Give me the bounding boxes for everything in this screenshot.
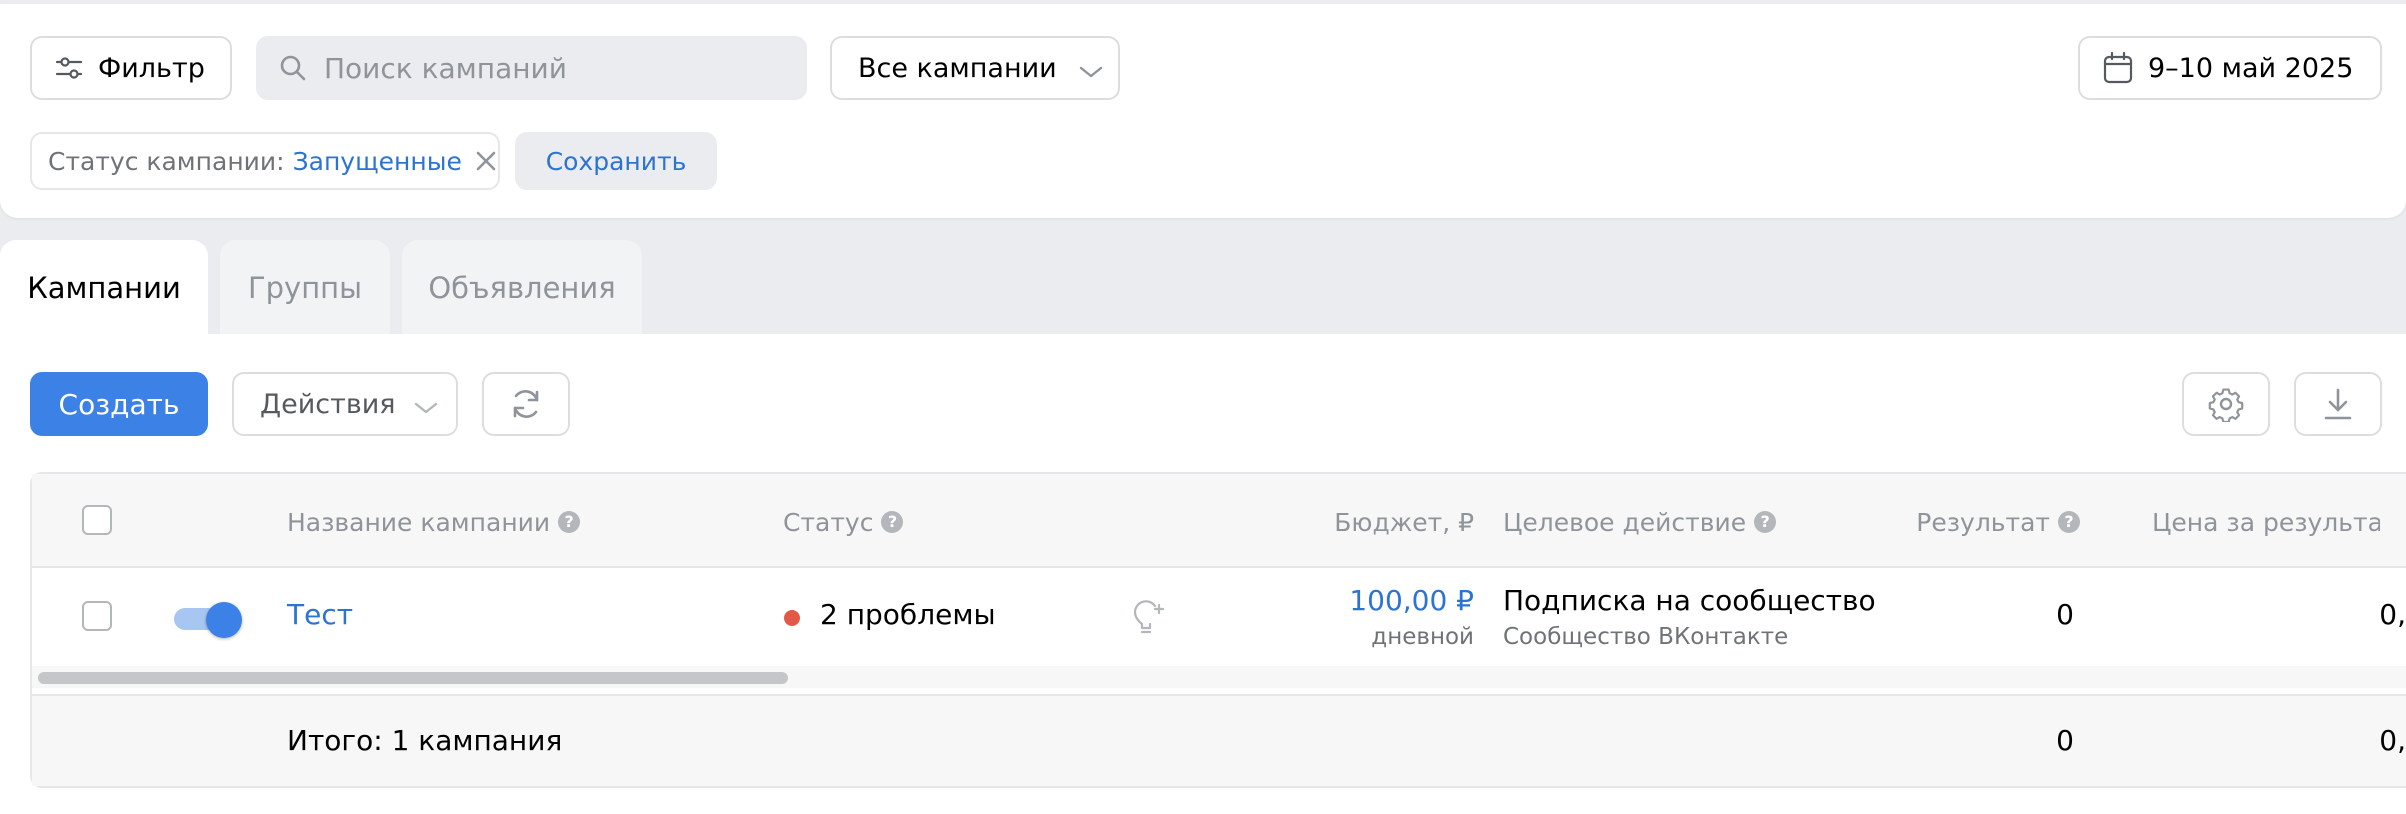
actions-dropdown[interactable]: Действия [232, 372, 458, 436]
chevron-down-icon [412, 394, 440, 414]
date-range-button[interactable]: 9–10 май 2025 [2078, 36, 2382, 100]
filter-chip-value[interactable]: Запущенные [293, 147, 462, 176]
campaign-select-value: Все кампании [858, 52, 1057, 84]
settings-button[interactable] [2182, 372, 2270, 436]
select-all-checkbox[interactable] [82, 505, 112, 535]
column-price-label: Цена за результат [2152, 507, 2380, 537]
scrollbar-thumb[interactable] [38, 672, 788, 684]
refresh-button[interactable] [482, 372, 570, 436]
search-icon [278, 53, 308, 83]
download-button[interactable] [2294, 372, 2382, 436]
search-input[interactable]: Поиск кампаний [256, 36, 807, 100]
horizontal-scrollbar[interactable] [32, 666, 2406, 688]
column-header-name[interactable]: Название кампании? [287, 504, 581, 540]
chevron-down-icon [1077, 58, 1105, 78]
column-target-label: Целевое действие [1503, 507, 1747, 537]
target-action-sub: Сообщество ВКонтакте [1503, 624, 1789, 650]
column-result-label: Результат [1916, 507, 2050, 537]
help-icon[interactable]: ? [558, 511, 581, 533]
row-checkbox[interactable] [82, 601, 112, 631]
download-icon [2320, 386, 2356, 422]
close-icon[interactable] [474, 149, 498, 173]
filter-button-label: Фильтр [98, 52, 205, 84]
column-name-label: Название кампании [287, 507, 551, 537]
campaign-status[interactable]: 2 проблемы [820, 598, 996, 631]
filter-chip-label: Статус кампании: [48, 146, 285, 176]
target-action: Подписка на сообщество [1503, 584, 1876, 617]
help-icon[interactable]: ? [2058, 511, 2080, 533]
toggle-knob [206, 602, 242, 638]
budget-period: дневной [1371, 624, 1474, 650]
gear-icon [2208, 386, 2244, 424]
column-header-result[interactable]: Результат? [1900, 504, 2080, 540]
column-header-budget[interactable]: Бюджет, ₽ [1280, 504, 1474, 540]
total-label: Итого: 1 кампания [287, 724, 563, 757]
column-header-price[interactable]: Цена за результат [2152, 504, 2380, 540]
total-result: 0 [2056, 724, 2074, 757]
total-price: 0, [2379, 724, 2406, 757]
filter-button[interactable]: Фильтр [30, 36, 232, 100]
tab-ads[interactable]: Объявления [402, 240, 642, 336]
refresh-icon [508, 386, 544, 422]
active-filter-chip: Статус кампании: Запущенные [30, 132, 500, 190]
sliders-icon [54, 53, 84, 83]
help-icon[interactable]: ? [1754, 511, 1777, 533]
help-icon[interactable]: ? [881, 511, 904, 533]
column-header-status[interactable]: Статус? [783, 504, 904, 540]
budget-value[interactable]: 100,00 ₽ [1280, 584, 1474, 617]
create-button[interactable]: Создать [30, 372, 208, 436]
search-placeholder: Поиск кампаний [324, 51, 567, 85]
column-header-target[interactable]: Целевое действие? [1503, 504, 1777, 540]
tab-groups[interactable]: Группы [220, 240, 390, 336]
actions-dropdown-label: Действия [260, 388, 396, 420]
date-range-label: 9–10 май 2025 [2148, 52, 2354, 84]
save-filter-button[interactable]: Сохранить [515, 132, 717, 190]
lightbulb-icon[interactable] [1130, 596, 1166, 636]
price-value: 0, [2379, 598, 2406, 631]
campaign-select[interactable]: Все кампании [830, 36, 1120, 100]
calendar-icon [2102, 51, 2134, 85]
campaign-name-link[interactable]: Тест [287, 598, 353, 631]
tab-campaigns[interactable]: Кампании [0, 240, 208, 336]
campaign-toggle[interactable] [172, 602, 244, 638]
column-budget-label: Бюджет, ₽ [1334, 507, 1474, 537]
status-error-dot [784, 610, 800, 626]
result-value: 0 [2056, 598, 2074, 631]
column-status-label: Статус [783, 507, 874, 537]
